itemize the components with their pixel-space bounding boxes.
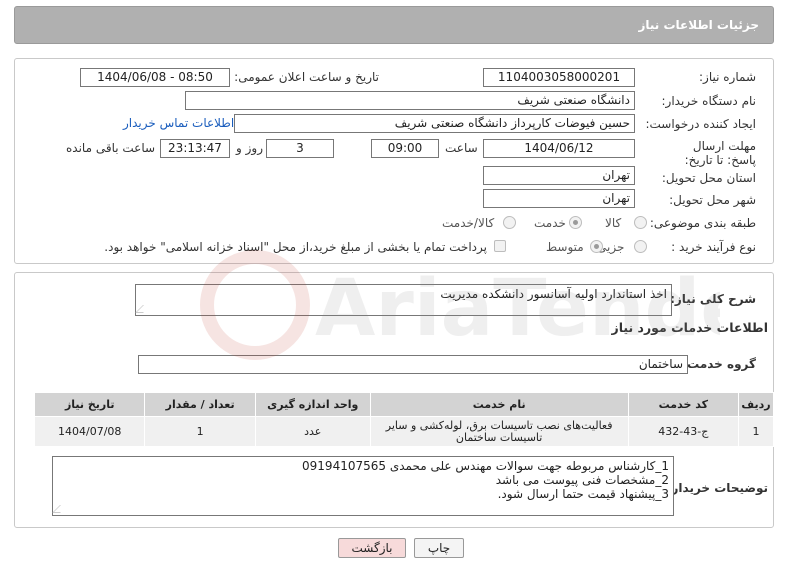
- category-label: طبقه بندی موضوعی:: [649, 216, 756, 230]
- col-quantity: تعداد / مقدار: [144, 392, 256, 417]
- buyer-notes-label: توضیحات خریدار:: [666, 481, 768, 495]
- category-option-goods-service: کالا/خدمت: [442, 216, 495, 230]
- category-radio-goods-service[interactable]: [503, 216, 516, 229]
- buyer-notes-textarea[interactable]: 1_کارشناس مربوطه جهت سوالات مهندس علی مح…: [52, 456, 674, 516]
- cell-row-number: 1: [738, 416, 774, 447]
- public-announce-field[interactable]: 1404/06/08 - 08:50: [80, 68, 230, 87]
- purchase-type-label: نوع فرآیند خرید :: [671, 240, 756, 254]
- public-announce-label: تاریخ و ساعت اعلان عمومی:: [234, 70, 379, 84]
- deadline-time-field[interactable]: 09:00: [371, 139, 439, 158]
- back-button[interactable]: بازگشت: [338, 538, 406, 558]
- col-unit: واحد اندازه گیری: [254, 392, 371, 417]
- category-option-goods: کالا: [605, 216, 622, 230]
- summary-text: اخذ استاندارد اولیه آسانسور دانشکده مدیر…: [440, 287, 667, 301]
- province-label: استان محل تحویل:: [661, 171, 756, 185]
- need-number-label: شماره نیاز:: [699, 70, 756, 84]
- buyer-note-line: 2_مشخصات فنی پیوست می باشد: [495, 473, 669, 487]
- buyer-contact-link[interactable]: اطلاعات تماس خریدار: [123, 116, 234, 130]
- creator-label: ایجاد کننده درخواست:: [645, 117, 756, 131]
- resize-grip-icon[interactable]: [135, 305, 151, 313]
- days-label: روز و: [236, 141, 263, 155]
- creator-field[interactable]: حسین فیوضات کارپرداز دانشگاه صنعتی شریف: [234, 114, 635, 133]
- category-radio-service[interactable]: [569, 216, 582, 229]
- purchase-radio-medium[interactable]: [590, 240, 603, 253]
- col-service-code: کد خدمت: [627, 392, 740, 417]
- remaining-label: ساعت باقی مانده: [66, 141, 156, 155]
- need-number-field[interactable]: 1104003058000201: [483, 68, 635, 87]
- cell-service-code: ج-43-432: [627, 416, 740, 447]
- days-field[interactable]: 3: [266, 139, 334, 158]
- service-group-label: گروه خدمت:: [682, 357, 756, 371]
- page-title-bar: جزئیات اطلاعات نیاز: [14, 6, 774, 44]
- cell-unit: عدد: [254, 416, 371, 447]
- treasury-payment-note: پرداخت تمام یا بخشی از مبلغ خرید،از محل …: [104, 240, 487, 254]
- cell-need-date: 1404/07/08: [33, 416, 146, 447]
- purchase-option-medium: متوسط: [546, 240, 584, 254]
- resize-grip-icon[interactable]: [52, 505, 68, 513]
- category-option-service: خدمت: [534, 216, 566, 230]
- summary-label: شرح کلی نیاز:: [670, 292, 756, 306]
- print-button[interactable]: چاپ: [414, 538, 464, 558]
- cell-quantity: 1: [144, 416, 256, 447]
- treasury-payment-checkbox[interactable]: [494, 240, 506, 252]
- services-table: ردیف کد خدمت نام خدمت واحد اندازه گیری ت…: [33, 392, 774, 447]
- remaining-time-field[interactable]: 23:13:47: [160, 139, 230, 158]
- deadline-date-field[interactable]: 1404/06/12: [483, 139, 635, 158]
- page-title: جزئیات اطلاعات نیاز: [638, 18, 759, 32]
- buyer-org-field[interactable]: دانشگاه صنعتی شریف: [185, 91, 635, 110]
- province-field[interactable]: تهران: [483, 166, 635, 185]
- deadline-time-label: ساعت: [445, 141, 478, 155]
- need-info-panel: [14, 58, 774, 264]
- buyer-note-line: 3_پیشنهاد قیمت حتما ارسال شود.: [497, 487, 669, 501]
- buyer-note-line: 1_کارشناس مربوطه جهت سوالات مهندس علی مح…: [302, 459, 669, 473]
- buyer-org-label: نام دستگاه خریدار:: [661, 94, 757, 108]
- col-need-date: تاریخ نیاز: [33, 392, 146, 417]
- col-row-number: ردیف: [738, 392, 774, 417]
- col-service-name: نام خدمت: [369, 392, 629, 417]
- purchase-radio-minor[interactable]: [634, 240, 647, 253]
- city-label: شهر محل تحویل:: [669, 193, 756, 207]
- cell-service-name: فعالیت‌های نصب تاسیسات برق، لوله‌کشی و س…: [369, 416, 629, 447]
- services-info-heading: اطلاعات خدمات مورد نیاز: [611, 320, 769, 335]
- summary-textarea[interactable]: اخذ استاندارد اولیه آسانسور دانشکده مدیر…: [135, 284, 672, 316]
- city-field[interactable]: تهران: [483, 189, 635, 208]
- table-row[interactable]: 1 ج-43-432 فعالیت‌های نصب تاسیسات برق، ل…: [33, 416, 774, 447]
- category-radio-goods[interactable]: [634, 216, 647, 229]
- service-group-field[interactable]: ساختمان: [138, 355, 688, 374]
- deadline-label: مهلت ارسال پاسخ: تا تاریخ:: [684, 139, 756, 167]
- table-header-row: ردیف کد خدمت نام خدمت واحد اندازه گیری ت…: [33, 392, 774, 417]
